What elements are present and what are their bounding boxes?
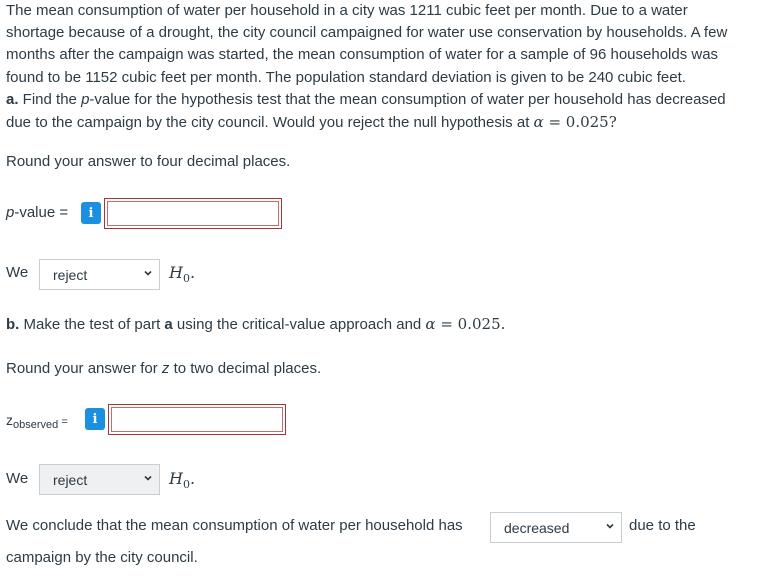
h0-letter: H [169, 469, 183, 488]
round-b-text-2: to two decimal places. [169, 360, 322, 377]
z-subscript: observed [13, 419, 59, 431]
part-a-prefix: a. [6, 90, 19, 108]
round-instruction-b: Round your answer for z to two decimal p… [6, 360, 321, 377]
h0-letter: H [169, 263, 183, 282]
z-observed-input[interactable] [108, 404, 286, 435]
part-a-line-1: a. Find the p-value for the hypothesis t… [6, 89, 774, 111]
alpha-symbol: α [533, 113, 544, 132]
due-to-text: due to the [629, 517, 696, 534]
h0-dot: . [189, 263, 196, 282]
part-a-text: Find the [18, 90, 82, 108]
part-b-prefix: b. [6, 316, 20, 333]
intro-line-2: shortage because of a drought, the city … [6, 24, 728, 42]
chevron-down-icon [144, 270, 152, 276]
pvalue-input-inner [107, 201, 279, 226]
z-input-inner [111, 407, 283, 432]
pvalue-label-rest: -value = [14, 204, 69, 221]
reject-select-b[interactable]: reject [39, 464, 160, 495]
alpha-value: = 0.025? [543, 113, 617, 132]
round-b-text: Round your answer for [6, 360, 162, 377]
part-b-question: b. Make the test of part a using the cri… [6, 315, 505, 333]
part-b-bold-a: a [164, 316, 173, 333]
pvalue-label: p-value = [6, 204, 68, 221]
part-a-text-3: due to the campaign by the city council.… [6, 114, 534, 132]
h0-symbol-a: H0. [169, 263, 195, 285]
z-equals: = [58, 416, 68, 428]
alpha-symbol-b: α [425, 315, 436, 333]
chevron-down-icon [144, 475, 152, 481]
conclusion-text: We conclude that the mean consumption of… [6, 517, 463, 534]
info-glyph: i [92, 411, 98, 427]
campaign-text: campaign by the city council. [6, 549, 198, 566]
info-icon[interactable]: i [81, 202, 101, 224]
we-label-b: We [6, 470, 29, 487]
chevron-down-icon [606, 523, 614, 529]
z-letter: z [6, 412, 13, 428]
reject-select-a[interactable]: reject [39, 259, 160, 290]
question-text: The mean consumption of water per househ… [6, 0, 774, 134]
info-icon[interactable]: i [85, 408, 105, 430]
round-instruction-a: Round your answer to four decimal places… [6, 153, 291, 170]
we-label-a: We [6, 264, 29, 281]
z-observed-label: zobserved = [6, 412, 68, 431]
conclusion-select-value: decreased [504, 519, 570, 536]
conclusion-select[interactable]: decreased [490, 512, 622, 543]
intro-line-4: found to be 1152 cubic feet per month. T… [6, 68, 686, 86]
alpha-value-b: = 0.025. [435, 315, 506, 333]
h0-dot: . [189, 469, 196, 488]
intro-line-3: months after the campaign was started, t… [6, 46, 719, 64]
h0-sub: 0 [182, 478, 190, 492]
part-a-text-2: -value for the hypothesis test that the … [89, 90, 726, 108]
h0-symbol-b: H0. [169, 469, 195, 491]
reject-select-b-value: reject [53, 471, 88, 488]
info-glyph: i [88, 205, 94, 221]
intro-line-1: The mean consumption of water per househ… [6, 2, 688, 19]
reject-select-a-value: reject [53, 266, 88, 283]
part-b-text-2: using the critical-value approach and [172, 316, 426, 333]
h0-sub: 0 [182, 272, 190, 286]
part-b-text: Make the test of part [19, 316, 165, 333]
part-a-line-2: due to the campaign by the city council.… [6, 111, 774, 134]
pvalue-input[interactable] [104, 198, 282, 229]
